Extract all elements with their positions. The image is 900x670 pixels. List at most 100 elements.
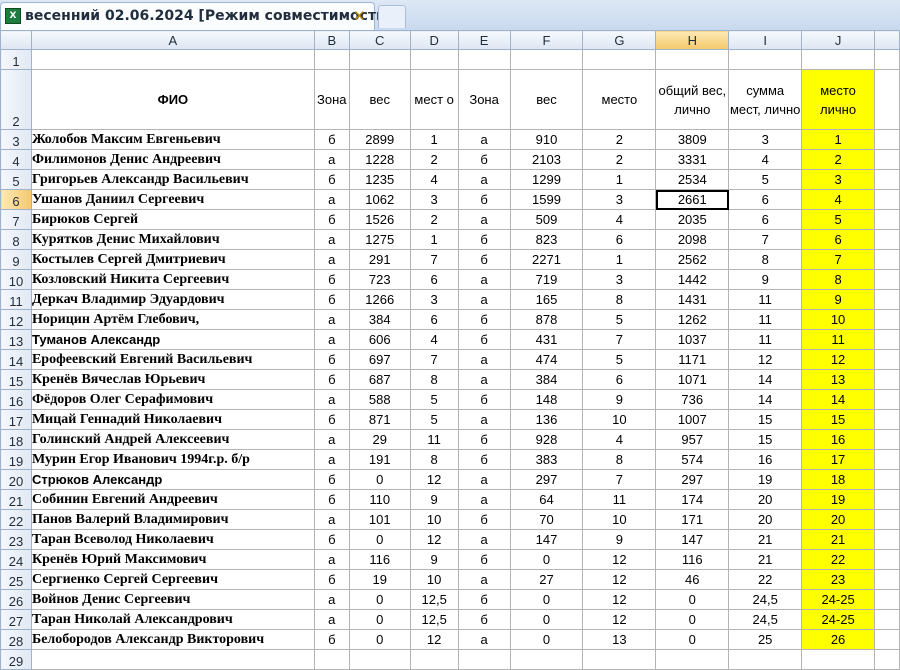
total-weight-cell[interactable]: 2098 <box>655 229 730 250</box>
row-header[interactable]: 1 <box>0 49 32 70</box>
name-cell[interactable]: Туманов Александр <box>30 329 315 350</box>
data-row-empty-cell[interactable] <box>874 509 900 530</box>
sum-places-cell[interactable]: 21 <box>728 529 803 550</box>
data-row-empty-cell[interactable] <box>874 389 900 410</box>
row1-empty-cell[interactable] <box>728 49 803 70</box>
zone-1-cell[interactable]: б <box>313 209 350 230</box>
place-personal-cell[interactable]: 23 <box>801 569 876 590</box>
name-cell[interactable]: Филимонов Денис Андреевич <box>30 149 315 170</box>
place-personal-cell[interactable]: 3 <box>801 169 876 190</box>
weight-1-cell[interactable]: 0 <box>348 469 411 490</box>
weight-2-cell[interactable]: 0 <box>509 549 584 570</box>
column-header-c[interactable]: C <box>348 30 411 50</box>
sum-places-cell[interactable]: 25 <box>728 629 803 650</box>
zone-1-cell[interactable]: б <box>313 269 350 290</box>
zone-1-cell[interactable]: а <box>313 609 350 630</box>
data-row-empty-cell[interactable] <box>874 149 900 170</box>
place-1-cell[interactable]: 5 <box>409 409 459 430</box>
data-row-empty-cell[interactable] <box>874 349 900 370</box>
zone-2-cell[interactable]: б <box>457 329 511 350</box>
zone-1-cell[interactable]: б <box>313 629 350 650</box>
weight-2-cell[interactable]: 0 <box>509 589 584 610</box>
sum-places-cell[interactable]: 6 <box>728 209 803 230</box>
zone-1-cell[interactable]: а <box>313 429 350 450</box>
place-2-cell[interactable]: 10 <box>582 509 657 530</box>
place-2-cell[interactable]: 5 <box>582 349 657 370</box>
row-header[interactable]: 2 <box>0 69 32 130</box>
weight-2-cell[interactable]: 719 <box>509 269 584 290</box>
row-header[interactable]: 11 <box>0 289 32 310</box>
row29-empty-cell[interactable] <box>409 649 459 670</box>
column-header-i[interactable]: I <box>728 30 803 50</box>
place-1-cell[interactable]: 10 <box>409 569 459 590</box>
total-weight-cell[interactable]: 0 <box>655 589 730 610</box>
header-zone-1[interactable]: Зона <box>313 69 350 130</box>
name-cell[interactable]: Жолобов Максим Евгеньевич <box>30 129 315 150</box>
data-row-empty-cell[interactable] <box>874 189 900 210</box>
weight-2-cell[interactable]: 27 <box>509 569 584 590</box>
weight-1-cell[interactable]: 1275 <box>348 229 411 250</box>
place-personal-cell[interactable]: 11 <box>801 329 876 350</box>
sum-places-cell[interactable]: 16 <box>728 449 803 470</box>
weight-1-cell[interactable]: 101 <box>348 509 411 530</box>
total-weight-cell[interactable]: 297 <box>655 469 730 490</box>
place-1-cell[interactable]: 1 <box>409 229 459 250</box>
place-2-cell[interactable]: 9 <box>582 389 657 410</box>
place-personal-cell[interactable]: 10 <box>801 309 876 330</box>
place-personal-cell[interactable]: 9 <box>801 289 876 310</box>
place-personal-cell[interactable]: 15 <box>801 409 876 430</box>
data-row-empty-cell[interactable] <box>874 489 900 510</box>
total-weight-cell[interactable]: 3809 <box>655 129 730 150</box>
data-row-empty-cell[interactable] <box>874 309 900 330</box>
sum-places-cell[interactable]: 12 <box>728 349 803 370</box>
row-header[interactable]: 26 <box>0 589 32 610</box>
place-1-cell[interactable]: 8 <box>409 369 459 390</box>
data-row-empty-cell[interactable] <box>874 129 900 150</box>
zone-2-cell[interactable]: б <box>457 609 511 630</box>
row29-empty-cell[interactable] <box>348 649 411 670</box>
row-header[interactable]: 13 <box>0 329 32 350</box>
row-header[interactable]: 17 <box>0 409 32 430</box>
data-row-empty-cell[interactable] <box>874 609 900 630</box>
place-personal-cell[interactable]: 8 <box>801 269 876 290</box>
place-1-cell[interactable]: 7 <box>409 249 459 270</box>
place-2-cell[interactable]: 6 <box>582 369 657 390</box>
data-row-empty-cell[interactable] <box>874 549 900 570</box>
workbook-tab[interactable]: X весенний 02.06.2024 [Режим совместимос… <box>0 2 392 30</box>
sum-places-cell[interactable]: 11 <box>728 309 803 330</box>
place-personal-cell[interactable]: 16 <box>801 429 876 450</box>
zone-1-cell[interactable]: б <box>313 169 350 190</box>
zone-1-cell[interactable]: а <box>313 149 350 170</box>
name-cell[interactable]: Таран Всеволод Николаевич <box>30 529 315 550</box>
total-weight-cell[interactable]: 957 <box>655 429 730 450</box>
header-weight-2[interactable]: вес <box>509 69 584 130</box>
weight-1-cell[interactable]: 588 <box>348 389 411 410</box>
place-1-cell[interactable]: 5 <box>409 389 459 410</box>
data-row-empty-cell[interactable] <box>874 569 900 590</box>
data-row-empty-cell[interactable] <box>874 169 900 190</box>
name-cell[interactable]: Панов Валерий Владимирович <box>30 509 315 530</box>
name-cell[interactable]: Белобородов Александр Викторович <box>30 629 315 650</box>
place-2-cell[interactable]: 3 <box>582 269 657 290</box>
row1-empty-cell[interactable] <box>509 49 584 70</box>
weight-2-cell[interactable]: 1599 <box>509 189 584 210</box>
weight-2-cell[interactable]: 910 <box>509 129 584 150</box>
zone-2-cell[interactable]: б <box>457 389 511 410</box>
place-2-cell[interactable]: 7 <box>582 329 657 350</box>
zone-2-cell[interactable]: а <box>457 489 511 510</box>
place-1-cell[interactable]: 3 <box>409 289 459 310</box>
zone-1-cell[interactable]: б <box>313 289 350 310</box>
place-1-cell[interactable]: 9 <box>409 549 459 570</box>
place-2-cell[interactable]: 4 <box>582 209 657 230</box>
close-icon[interactable]: ✕ <box>353 7 366 25</box>
name-cell[interactable]: Григорьев Александр Васильевич <box>30 169 315 190</box>
row1-empty-cell[interactable] <box>348 49 411 70</box>
row1-empty-cell[interactable] <box>30 49 315 70</box>
total-weight-cell[interactable]: 0 <box>655 609 730 630</box>
total-weight-cell[interactable]: 0 <box>655 629 730 650</box>
zone-1-cell[interactable]: а <box>313 189 350 210</box>
weight-2-cell[interactable]: 165 <box>509 289 584 310</box>
place-personal-cell[interactable]: 12 <box>801 349 876 370</box>
zone-2-cell[interactable]: б <box>457 249 511 270</box>
new-tab-button[interactable] <box>378 5 406 28</box>
